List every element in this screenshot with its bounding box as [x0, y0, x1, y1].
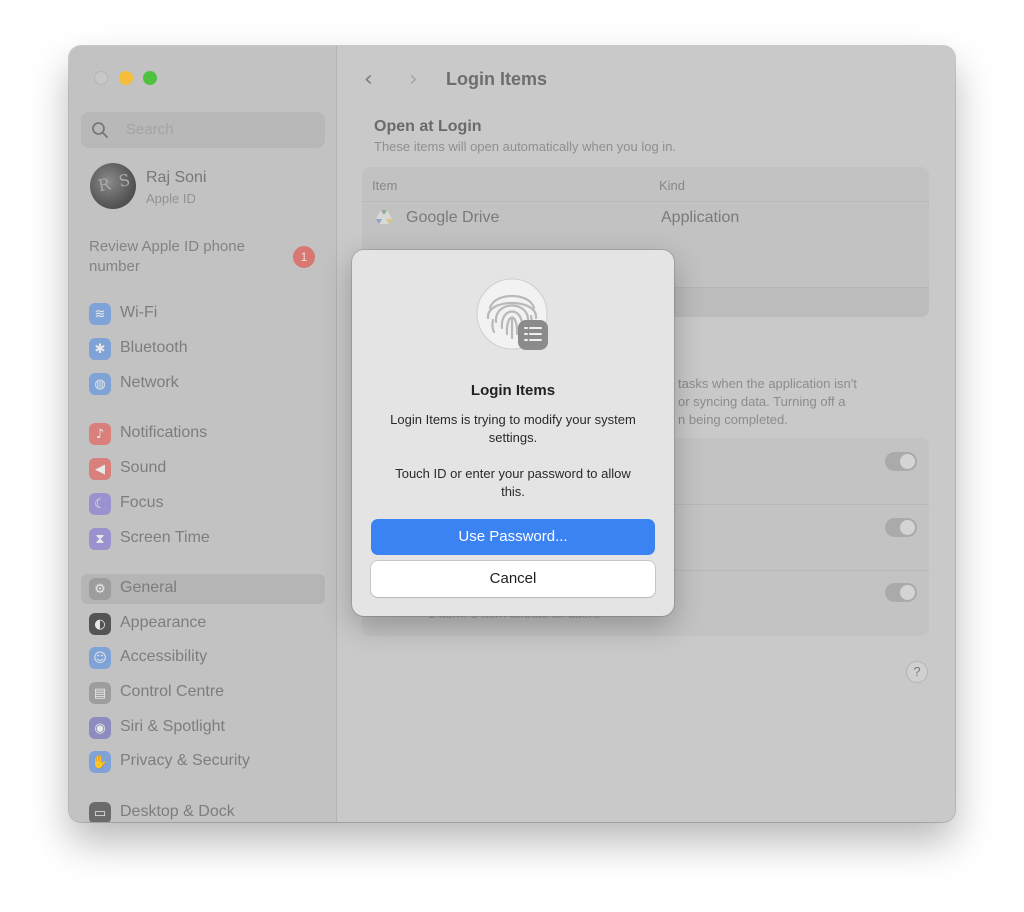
- table-cell-kind: Application: [661, 209, 740, 226]
- sidebar-item-siri-spotlight[interactable]: ◉ Siri & Spotlight: [81, 713, 325, 743]
- sidebar-item-label: Sound: [120, 459, 167, 476]
- sidebar-item-appearance[interactable]: ◐ Appearance: [81, 609, 325, 639]
- sidebar-item-label: Focus: [120, 494, 164, 511]
- sidebar: Search R S Raj Soni Apple ID Review Appl…: [69, 46, 337, 822]
- dialog-message: Touch ID or enter your password to allow…: [395, 466, 631, 499]
- sidebar-item-focus[interactable]: ☾ Focus: [81, 489, 325, 519]
- touch-id-icon: [476, 278, 548, 350]
- sidebar-item-privacy-security[interactable]: ✋ Privacy & Security: [81, 747, 325, 777]
- page-title: Login Items: [446, 69, 548, 89]
- sidebar-item-label: Accessibility: [120, 648, 208, 665]
- table-cell-item[interactable]: Google Drive: [406, 209, 499, 227]
- sidebar-item-label: General: [120, 579, 177, 596]
- cancel-button[interactable]: Cancel: [371, 561, 655, 597]
- sidebar-item-bluetooth[interactable]: ✱ Bluetooth: [81, 334, 325, 364]
- sidebar-item-label: Bluetooth: [120, 339, 188, 356]
- user-subtitle: Apple ID: [146, 191, 196, 206]
- section-subtitle: These items will open automatically when…: [374, 139, 677, 154]
- sidebar-item-sound[interactable]: ◀ Sound: [81, 454, 325, 484]
- close-window-button[interactable]: [94, 71, 108, 85]
- sidebar-item-control-centre[interactable]: ▤ Control Centre: [81, 678, 325, 708]
- dock-icon: ▭: [89, 802, 111, 822]
- sidebar-item-label: Desktop & Dock: [120, 803, 235, 820]
- minimize-window-button[interactable]: [119, 71, 133, 85]
- search-field[interactable]: Search: [81, 112, 325, 148]
- sidebar-item-label: Screen Time: [120, 529, 210, 546]
- sidebar-item-notifications[interactable]: ♪ Notifications: [81, 419, 325, 449]
- accessibility-icon: ☺: [89, 647, 111, 669]
- bluetooth-icon: ✱: [89, 338, 111, 360]
- sidebar-item-label: Privacy & Security: [120, 752, 250, 769]
- hand-icon: ✋: [89, 751, 111, 773]
- avatar-initials: R S: [96, 169, 134, 196]
- sidebar-item-label: Appearance: [120, 614, 207, 631]
- gear-icon: ⚙: [89, 578, 111, 600]
- column-header-item[interactable]: Item: [372, 178, 397, 193]
- appearance-icon: ◐: [89, 613, 111, 635]
- user-name[interactable]: Raj Soni: [146, 169, 206, 187]
- chevron-right-icon[interactable]: ›: [409, 67, 418, 92]
- use-password-button[interactable]: Use Password...: [371, 519, 655, 555]
- background-text-line: tasks when the application isn't: [678, 376, 857, 391]
- sidebar-item-wi-fi[interactable]: ≋ Wi-Fi: [81, 299, 325, 329]
- search-placeholder: Search: [126, 121, 174, 138]
- maximize-window-button[interactable]: [143, 71, 157, 85]
- auth-dialog: Login Items Login Items is trying to mod…: [352, 250, 674, 616]
- sidebar-item-label: Wi-Fi: [120, 304, 158, 321]
- avatar[interactable]: R S: [90, 163, 136, 209]
- notification-badge: 1: [293, 246, 315, 268]
- search-icon: [92, 122, 108, 138]
- toggle-switch[interactable]: [885, 583, 917, 602]
- toggle-switch[interactable]: [885, 518, 917, 537]
- column-header-kind[interactable]: Kind: [659, 178, 685, 193]
- help-button[interactable]: ?: [906, 661, 928, 683]
- chevron-left-icon[interactable]: ‹: [364, 67, 373, 92]
- sidebar-item-general[interactable]: ⚙ General: [81, 574, 325, 604]
- sidebar-item-screen-time[interactable]: ⧗ Screen Time: [81, 524, 325, 554]
- moon-icon: ☾: [89, 493, 111, 515]
- sidebar-item-label: Siri & Spotlight: [120, 718, 225, 735]
- sidebar-item-accessibility[interactable]: ☺ Accessibility: [81, 643, 325, 673]
- section-title: Open at Login: [374, 118, 482, 135]
- google-drive-icon: [376, 210, 392, 224]
- sidebar-item-network[interactable]: ◍ Network: [81, 369, 325, 399]
- wifi-icon: ≋: [89, 303, 111, 325]
- review-apple-id-link[interactable]: Review Apple ID phone number: [89, 237, 259, 277]
- dialog-message: Login Items is trying to modify your sys…: [390, 412, 636, 445]
- sidebar-item-label: Control Centre: [120, 683, 225, 700]
- hourglass-icon: ⧗: [89, 528, 111, 550]
- toggle-switch[interactable]: [885, 452, 917, 471]
- dialog-title: Login Items: [470, 382, 556, 399]
- bell-icon: ♪: [89, 423, 111, 445]
- control-centre-icon: ▤: [89, 682, 111, 704]
- sidebar-item-label: Notifications: [120, 424, 208, 441]
- background-text-line: n being completed.: [678, 412, 788, 427]
- sidebar-item-label: Network: [120, 374, 179, 391]
- globe-icon: ◍: [89, 373, 111, 395]
- background-text-line: or syncing data. Turning off a: [678, 394, 846, 409]
- divider: [362, 201, 929, 202]
- sidebar-item-desktop-dock[interactable]: ▭ Desktop & Dock: [81, 798, 325, 822]
- siri-icon: ◉: [89, 717, 111, 739]
- speaker-icon: ◀: [89, 458, 111, 480]
